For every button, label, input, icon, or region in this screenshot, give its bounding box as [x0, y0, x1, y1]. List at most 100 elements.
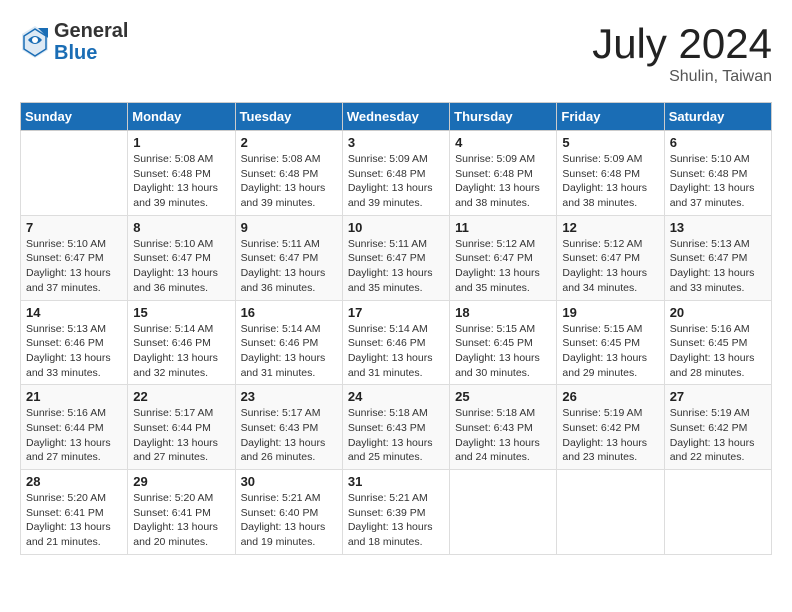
cell-info: Sunrise: 5:14 AMSunset: 6:46 PMDaylight:… — [348, 322, 444, 381]
calendar-cell: 26Sunrise: 5:19 AMSunset: 6:42 PMDayligh… — [557, 385, 664, 470]
cell-info: Sunrise: 5:10 AMSunset: 6:47 PMDaylight:… — [26, 237, 122, 296]
day-number: 16 — [241, 305, 337, 320]
day-number: 15 — [133, 305, 229, 320]
day-number: 19 — [562, 305, 658, 320]
calendar-week-1: 1 Sunrise: 5:08 AMSunset: 6:48 PMDaylight… — [21, 131, 772, 216]
cell-info: Sunrise: 5:12 AMSunset: 6:47 PMDaylight:… — [455, 237, 551, 296]
cell-info: Sunrise: 5:15 AMSunset: 6:45 PMDaylight:… — [455, 322, 551, 381]
day-number: 23 — [241, 389, 337, 404]
calendar-cell: 3 Sunrise: 5:09 AMSunset: 6:48 PMDaylight… — [342, 131, 449, 216]
location: Shulin, Taiwan — [592, 68, 772, 86]
calendar-header-row: SundayMondayTuesdayWednesdayThursdayFrid… — [21, 103, 772, 131]
cell-info: Sunrise: 5:18 AMSunset: 6:43 PMDaylight:… — [348, 406, 444, 465]
calendar-cell: 31Sunrise: 5:21 AMSunset: 6:39 PMDayligh… — [342, 470, 449, 555]
day-number: 1 — [133, 135, 229, 150]
cell-info: Sunrise: 5:21 AMSunset: 6:40 PMDaylight:… — [241, 491, 337, 550]
calendar-cell: 9Sunrise: 5:11 AMSunset: 6:47 PMDaylight… — [235, 215, 342, 300]
cell-info: Sunrise: 5:11 AMSunset: 6:47 PMDaylight:… — [241, 237, 337, 296]
calendar-cell: 21Sunrise: 5:16 AMSunset: 6:44 PMDayligh… — [21, 385, 128, 470]
calendar-cell: 23 Sunrise: 5:17 AMSunset: 6:43 PMDayligh… — [235, 385, 342, 470]
day-number: 10 — [348, 220, 444, 235]
calendar-cell — [557, 470, 664, 555]
calendar-table: SundayMondayTuesdayWednesdayThursdayFrid… — [20, 102, 772, 555]
calendar-cell: 15 Sunrise: 5:14 AMSunset: 6:46 PMDayligh… — [128, 300, 235, 385]
cell-info: Sunrise: 5:11 AMSunset: 6:47 PMDaylight:… — [348, 237, 444, 296]
calendar-cell: 20Sunrise: 5:16 AMSunset: 6:45 PMDayligh… — [664, 300, 771, 385]
calendar-cell: 27 Sunrise: 5:19 AMSunset: 6:42 PMDayligh… — [664, 385, 771, 470]
calendar-cell: 16 Sunrise: 5:14 AMSunset: 6:46 PMDayligh… — [235, 300, 342, 385]
calendar-cell: 1 Sunrise: 5:08 AMSunset: 6:48 PMDaylight… — [128, 131, 235, 216]
day-number: 24 — [348, 389, 444, 404]
day-number: 17 — [348, 305, 444, 320]
cell-info: Sunrise: 5:14 AMSunset: 6:46 PMDaylight:… — [241, 322, 337, 381]
calendar-cell: 8Sunrise: 5:10 AMSunset: 6:47 PMDaylight… — [128, 215, 235, 300]
logo-icon — [20, 24, 50, 60]
title-block: July 2024 Shulin, Taiwan — [592, 20, 772, 86]
cell-info: Sunrise: 5:19 AMSunset: 6:42 PMDaylight:… — [562, 406, 658, 465]
day-header-saturday: Saturday — [664, 103, 771, 131]
calendar-cell: 17 Sunrise: 5:14 AMSunset: 6:46 PMDayligh… — [342, 300, 449, 385]
calendar-cell: 14Sunrise: 5:13 AMSunset: 6:46 PMDayligh… — [21, 300, 128, 385]
calendar-cell: 10 Sunrise: 5:11 AMSunset: 6:47 PMDayligh… — [342, 215, 449, 300]
day-number: 4 — [455, 135, 551, 150]
logo-general: General — [54, 20, 128, 42]
calendar-cell — [664, 470, 771, 555]
calendar-cell — [450, 470, 557, 555]
day-number: 7 — [26, 220, 122, 235]
day-number: 6 — [670, 135, 766, 150]
day-number: 2 — [241, 135, 337, 150]
calendar-cell: 7 Sunrise: 5:10 AMSunset: 6:47 PMDaylight… — [21, 215, 128, 300]
cell-info: Sunrise: 5:20 AMSunset: 6:41 PMDaylight:… — [133, 491, 229, 550]
calendar-cell: 29 Sunrise: 5:20 AMSunset: 6:41 PMDayligh… — [128, 470, 235, 555]
day-header-monday: Monday — [128, 103, 235, 131]
cell-info: Sunrise: 5:17 AMSunset: 6:43 PMDaylight:… — [241, 406, 337, 465]
day-number: 30 — [241, 474, 337, 489]
calendar-cell: 2 Sunrise: 5:08 AMSunset: 6:48 PMDaylight… — [235, 131, 342, 216]
cell-info: Sunrise: 5:10 AMSunset: 6:48 PMDaylight:… — [670, 152, 766, 211]
cell-info: Sunrise: 5:20 AMSunset: 6:41 PMDaylight:… — [26, 491, 122, 550]
cell-info: Sunrise: 5:21 AMSunset: 6:39 PMDaylight:… — [348, 491, 444, 550]
day-header-tuesday: Tuesday — [235, 103, 342, 131]
calendar-cell: 13Sunrise: 5:13 AMSunset: 6:47 PMDayligh… — [664, 215, 771, 300]
calendar-cell: 25Sunrise: 5:18 AMSunset: 6:43 PMDayligh… — [450, 385, 557, 470]
calendar-cell: 11 Sunrise: 5:12 AMSunset: 6:47 PMDayligh… — [450, 215, 557, 300]
cell-info: Sunrise: 5:15 AMSunset: 6:45 PMDaylight:… — [562, 322, 658, 381]
day-number: 11 — [455, 220, 551, 235]
cell-info: Sunrise: 5:14 AMSunset: 6:46 PMDaylight:… — [133, 322, 229, 381]
calendar-week-4: 21Sunrise: 5:16 AMSunset: 6:44 PMDayligh… — [21, 385, 772, 470]
cell-info: Sunrise: 5:18 AMSunset: 6:43 PMDaylight:… — [455, 406, 551, 465]
day-number: 22 — [133, 389, 229, 404]
day-number: 27 — [670, 389, 766, 404]
calendar-cell: 18 Sunrise: 5:15 AMSunset: 6:45 PMDayligh… — [450, 300, 557, 385]
day-number: 5 — [562, 135, 658, 150]
calendar-cell — [21, 131, 128, 216]
day-number: 3 — [348, 135, 444, 150]
calendar-cell: 28Sunrise: 5:20 AMSunset: 6:41 PMDayligh… — [21, 470, 128, 555]
cell-info: Sunrise: 5:09 AMSunset: 6:48 PMDaylight:… — [455, 152, 551, 211]
cell-info: Sunrise: 5:09 AMSunset: 6:48 PMDaylight:… — [348, 152, 444, 211]
cell-info: Sunrise: 5:16 AMSunset: 6:44 PMDaylight:… — [26, 406, 122, 465]
cell-info: Sunrise: 5:13 AMSunset: 6:47 PMDaylight:… — [670, 237, 766, 296]
calendar-cell: 12 Sunrise: 5:12 AMSunset: 6:47 PMDayligh… — [557, 215, 664, 300]
calendar-cell: 24 Sunrise: 5:18 AMSunset: 6:43 PMDayligh… — [342, 385, 449, 470]
day-header-wednesday: Wednesday — [342, 103, 449, 131]
cell-info: Sunrise: 5:08 AMSunset: 6:48 PMDaylight:… — [133, 152, 229, 211]
calendar-week-2: 7 Sunrise: 5:10 AMSunset: 6:47 PMDaylight… — [21, 215, 772, 300]
day-number: 20 — [670, 305, 766, 320]
day-number: 12 — [562, 220, 658, 235]
page-header: General Blue July 2024 Shulin, Taiwan — [20, 20, 772, 86]
logo-blue: Blue — [54, 42, 97, 64]
calendar-cell: 22 Sunrise: 5:17 AMSunset: 6:44 PMDayligh… — [128, 385, 235, 470]
cell-info: Sunrise: 5:17 AMSunset: 6:44 PMDaylight:… — [133, 406, 229, 465]
logo-text: General Blue — [54, 20, 128, 64]
day-number: 29 — [133, 474, 229, 489]
calendar-cell: 19 Sunrise: 5:15 AMSunset: 6:45 PMDayligh… — [557, 300, 664, 385]
cell-info: Sunrise: 5:08 AMSunset: 6:48 PMDaylight:… — [241, 152, 337, 211]
day-number: 18 — [455, 305, 551, 320]
calendar-week-5: 28Sunrise: 5:20 AMSunset: 6:41 PMDayligh… — [21, 470, 772, 555]
calendar-cell: 4 Sunrise: 5:09 AMSunset: 6:48 PMDaylight… — [450, 131, 557, 216]
cell-info: Sunrise: 5:09 AMSunset: 6:48 PMDaylight:… — [562, 152, 658, 211]
cell-info: Sunrise: 5:12 AMSunset: 6:47 PMDaylight:… — [562, 237, 658, 296]
cell-info: Sunrise: 5:19 AMSunset: 6:42 PMDaylight:… — [670, 406, 766, 465]
calendar-cell: 5 Sunrise: 5:09 AMSunset: 6:48 PMDaylight… — [557, 131, 664, 216]
